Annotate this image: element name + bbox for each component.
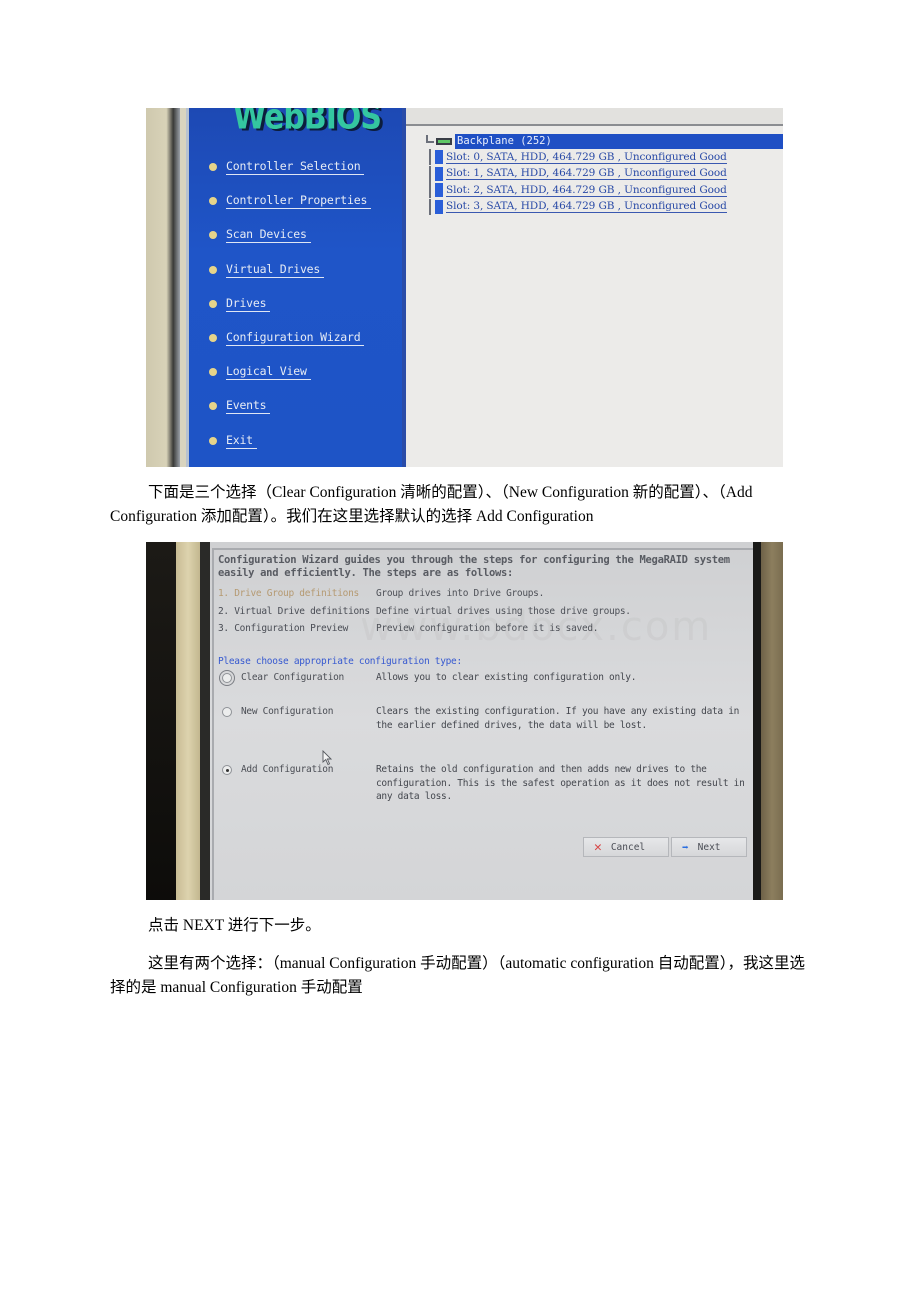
tree-node-backplane[interactable]: Backplane (252) bbox=[426, 134, 783, 149]
config-type-label: Please choose appropriate configuration … bbox=[218, 655, 462, 667]
tree-node-slot[interactable]: Slot: 0, SATA, HDD, 464.729 GB , Unconfi… bbox=[426, 149, 783, 166]
device-tree: Backplane (252) Slot: 0, SATA, HDD, 464.… bbox=[426, 134, 783, 215]
paragraph-choice-intro: 下面是三个选择（Clear Configuration 清晰的配置）、（New … bbox=[110, 484, 753, 525]
menu-item-drives[interactable]: Drives bbox=[209, 287, 371, 321]
config-wizard-photo: www.bdocx.com Configuration Wizard guide… bbox=[146, 542, 783, 900]
option-new-configuration[interactable]: New Configuration Clears the existing co… bbox=[218, 705, 748, 732]
bezel-edge bbox=[200, 542, 210, 900]
option-clear-configuration[interactable]: Clear Configuration Allows you to clear … bbox=[218, 669, 748, 686]
menu-item-virtual-drives[interactable]: Virtual Drives bbox=[209, 253, 371, 287]
mouse-cursor-icon bbox=[322, 750, 332, 766]
wizard-steps: 1. Drive Group definitions Group drives i… bbox=[218, 585, 748, 638]
wizard-step: 2. Virtual Drive definitions Define virtu… bbox=[218, 605, 631, 617]
bullet-icon bbox=[209, 231, 217, 240]
menu-item-scan-devices[interactable]: Scan Devices bbox=[209, 218, 371, 252]
bullet-icon bbox=[209, 163, 217, 172]
cancel-button[interactable]: ✕ Cancel bbox=[583, 837, 669, 857]
tree-line bbox=[429, 182, 431, 199]
monitor-bezel-right bbox=[761, 542, 783, 900]
tree-branch-icon bbox=[426, 134, 434, 143]
wizard-buttons: ✕ Cancel ➡ Next bbox=[583, 837, 747, 857]
monitor-bezel bbox=[146, 108, 180, 467]
bullet-icon bbox=[209, 402, 217, 411]
wizard-content: Configuration Wizard guides you through … bbox=[218, 554, 748, 804]
tree-node-slot[interactable]: Slot: 2, SATA, HDD, 464.729 GB , Unconfi… bbox=[426, 182, 783, 199]
radio-add-configuration[interactable] bbox=[222, 765, 232, 775]
bullet-icon bbox=[209, 436, 217, 445]
tree-line bbox=[429, 165, 431, 182]
panel-header bbox=[406, 108, 783, 126]
menu-item-configuration-wizard[interactable]: Configuration Wizard bbox=[209, 321, 371, 355]
menu-item-events[interactable]: Events bbox=[209, 389, 371, 423]
next-button[interactable]: ➡ Next bbox=[671, 837, 747, 857]
webbios-menu: Controller Selection Controller Properti… bbox=[209, 150, 372, 458]
bezel-edge bbox=[753, 542, 761, 900]
arrow-right-icon: ➡ bbox=[682, 840, 689, 854]
physical-view-panel: Backplane (252) Slot: 0, SATA, HDD, 464.… bbox=[406, 108, 783, 467]
wizard-screen: www.bdocx.com Configuration Wizard guide… bbox=[210, 542, 753, 900]
wizard-intro: Configuration Wizard guides you through … bbox=[218, 554, 730, 579]
radio-clear-configuration[interactable] bbox=[219, 669, 235, 686]
bullet-icon bbox=[209, 197, 217, 206]
hdd-icon bbox=[435, 166, 443, 181]
tree-node-slot[interactable]: Slot: 3, SATA, HDD, 464.729 GB , Unconfi… bbox=[426, 198, 783, 216]
option-add-configuration[interactable]: Add Configuration Retains the old config… bbox=[218, 763, 748, 804]
menu-item-exit[interactable]: Exit bbox=[209, 424, 371, 458]
webbios-main-photo: WebBIOS Controller Selection Controller … bbox=[146, 108, 783, 467]
tree-line bbox=[429, 149, 431, 166]
wizard-step: 3. Configuration Preview Preview configur… bbox=[218, 623, 599, 634]
hdd-icon bbox=[435, 183, 443, 198]
hdd-icon bbox=[435, 150, 443, 165]
bullet-icon bbox=[209, 265, 217, 274]
tree-line bbox=[429, 198, 431, 215]
background-dark bbox=[146, 542, 176, 900]
tree-node-slot[interactable]: Slot: 1, SATA, HDD, 464.729 GB , Unconfi… bbox=[426, 165, 783, 183]
menu-item-controller-properties[interactable]: Controller Properties bbox=[209, 184, 372, 218]
menu-item-logical-view[interactable]: Logical View bbox=[209, 355, 371, 389]
backplane-icon bbox=[436, 138, 452, 145]
bullet-icon bbox=[209, 334, 217, 343]
webbios-sidebar: WebBIOS Controller Selection Controller … bbox=[186, 108, 402, 467]
bullet-icon bbox=[209, 368, 217, 377]
monitor-bezel-left bbox=[176, 542, 200, 900]
paragraph-click-next: 点击 NEXT 进行下一步。 bbox=[148, 917, 321, 934]
close-x-icon: ✕ bbox=[594, 839, 602, 855]
wizard-step: 1. Drive Group definitions Group drives i… bbox=[218, 588, 545, 599]
bullet-icon bbox=[209, 299, 217, 308]
paragraph-two-choices: 这里有两个选择：（manual Configuration 手动配置）（auto… bbox=[110, 955, 805, 996]
radio-new-configuration[interactable] bbox=[222, 707, 232, 717]
webbios-logo: WebBIOS bbox=[233, 108, 382, 138]
hdd-icon bbox=[435, 199, 443, 214]
menu-item-controller-selection[interactable]: Controller Selection bbox=[209, 150, 371, 184]
